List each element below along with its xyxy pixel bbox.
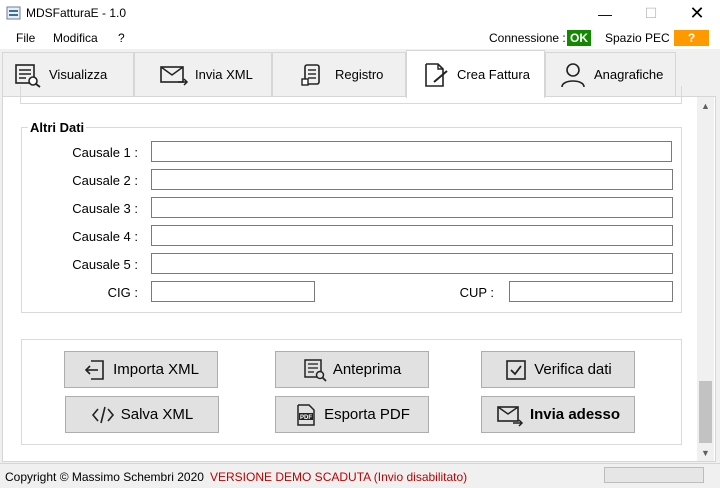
invia-adesso-button[interactable]: Invia adesso xyxy=(481,396,635,433)
connection-status-badge: OK xyxy=(567,30,591,46)
app-icon xyxy=(6,6,21,20)
connection-label: Connessione : xyxy=(489,31,566,45)
tab-visualizza-label: Visualizza xyxy=(49,67,108,82)
importa-xml-button[interactable]: Importa XML xyxy=(64,351,218,388)
tab-invia-xml-label: Invia XML xyxy=(195,67,253,82)
demo-warning-text: VERSIONE DEMO SCADUTA (Invio disabilitat… xyxy=(210,470,468,484)
causale-4-input[interactable] xyxy=(151,225,673,246)
cup-label: CUP : xyxy=(459,285,494,300)
close-button[interactable]: ✕ xyxy=(674,0,720,27)
causale-4-label: Causale 4 : xyxy=(72,229,138,244)
scrollbar-thumb[interactable] xyxy=(699,381,712,443)
tab-crea-fattura-label: Crea Fattura xyxy=(457,67,530,82)
user-icon xyxy=(561,62,585,87)
causale-2-label: Causale 2 : xyxy=(72,173,138,188)
causale-1-input[interactable] xyxy=(151,141,672,162)
anteprima-button[interactable]: Anteprima xyxy=(275,351,429,388)
svg-text:PDF: PDF xyxy=(300,415,312,421)
pec-label: Spazio PEC : xyxy=(605,31,677,45)
invia-adesso-label: Invia adesso xyxy=(529,406,621,423)
tab-anagrafiche-label: Anagrafiche xyxy=(594,67,664,82)
cig-label: CIG : xyxy=(107,285,138,300)
document-edit-icon xyxy=(425,62,448,87)
menu-help[interactable]: ? xyxy=(118,31,125,45)
cig-input[interactable] xyxy=(151,281,315,302)
envelope-send-icon xyxy=(497,405,524,427)
upper-group-box xyxy=(20,86,682,104)
maximize-button[interactable]: ☐ xyxy=(628,0,674,27)
copyright-text: Copyright © Massimo Schembri 2020 xyxy=(5,470,204,484)
code-icon xyxy=(91,406,114,423)
causale-2-input[interactable] xyxy=(151,169,673,190)
importa-xml-label: Importa XML xyxy=(113,361,199,378)
causale-1-label: Causale 1 : xyxy=(72,145,138,160)
altri-dati-title: Altri Dati xyxy=(28,120,87,135)
status-progress-bar xyxy=(604,467,704,483)
anteprima-label: Anteprima xyxy=(332,361,402,378)
view-list-icon xyxy=(15,63,41,88)
salva-xml-button[interactable]: Salva XML xyxy=(65,396,219,433)
causale-5-input[interactable] xyxy=(151,253,673,274)
esporta-pdf-label: Esporta PDF xyxy=(324,406,410,423)
scroll-down-arrow-icon[interactable]: ▼ xyxy=(697,444,714,461)
causale-3-input[interactable] xyxy=(151,197,673,218)
causale-3-label: Causale 3 : xyxy=(72,201,138,216)
preview-icon xyxy=(304,358,327,382)
verifica-dati-button[interactable]: Verifica dati xyxy=(481,351,635,388)
menu-bar: File Modifica ? Connessione : Spazio PEC… xyxy=(0,27,720,49)
tab-crea-fattura[interactable]: Crea Fattura xyxy=(406,50,545,98)
verifica-dati-label: Verifica dati xyxy=(534,361,612,378)
pec-status-badge: ? xyxy=(674,30,709,46)
causale-5-label: Causale 5 : xyxy=(72,257,138,272)
minimize-button[interactable]: — xyxy=(582,0,628,27)
envelope-send-icon xyxy=(160,65,189,86)
tab-registro-label: Registro xyxy=(335,67,384,82)
menu-file[interactable]: File xyxy=(16,31,35,45)
scroll-up-arrow-icon[interactable]: ▲ xyxy=(697,97,714,114)
pdf-icon: PDF xyxy=(297,403,315,426)
cup-input[interactable] xyxy=(509,281,673,302)
menu-modifica[interactable]: Modifica xyxy=(53,31,98,45)
import-icon xyxy=(84,359,104,380)
checkbox-check-icon xyxy=(506,359,527,380)
esporta-pdf-button[interactable]: PDF Esporta PDF xyxy=(275,396,429,433)
window-title: MDSFatturaE - 1.0 xyxy=(26,6,127,20)
register-icon xyxy=(301,63,320,86)
salva-xml-label: Salva XML xyxy=(120,406,194,423)
